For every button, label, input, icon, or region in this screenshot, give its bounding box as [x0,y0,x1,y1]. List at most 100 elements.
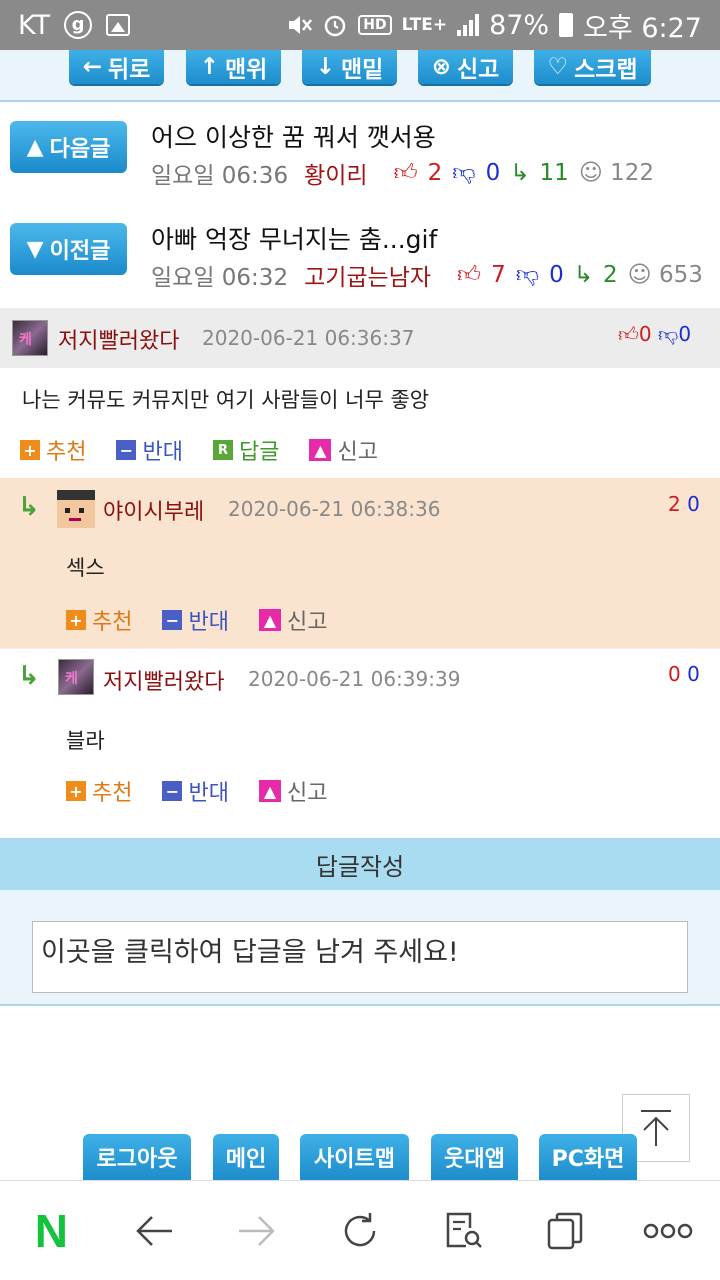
reply-button[interactable]: R 답글 [212,434,279,466]
thumbs-down-icon: 👎︎ [515,261,540,288]
reply-text: 블라 [66,729,105,753]
plus-icon: + [66,610,86,630]
next-post-title[interactable]: 어으 이상한 꿈 꿔서 깻서용 [151,118,436,154]
minus-icon: − [162,610,183,630]
prev-post-button[interactable]: ▼ 이전글 [10,223,127,275]
signal-icon [457,14,480,36]
comment-score: 👍︎0 👎︎0 [618,322,692,346]
post-author[interactable]: 황이리 [304,156,367,190]
arrow-left-icon: ← [82,54,102,80]
prev-post-meta: 일요일 06:32 고기굽는남자 👍︎ 7 👎︎ 0 ↳ 2 ☺ 653 [151,258,703,292]
alarm-icon [325,15,346,37]
scroll-top-button[interactable]: ↑ 맨위 [186,50,281,84]
scroll-bottom-button[interactable]: ↓ 맨밑 [302,50,397,84]
down-count: 0 [549,262,564,288]
main-button[interactable]: 메인 [213,1134,279,1180]
write-reply-area: 이곳을 클릭하여 답글을 남겨 주세요! [0,890,720,1006]
lte-label: LTE+ [401,15,448,35]
reply-actions: + 추천 − 반대 ▲ 신고 [66,604,357,636]
hd-voice-icon: HD [358,15,392,35]
next-post-row[interactable]: ▲ 다음글 어으 이상한 꿈 꿔서 깻서용 일요일 06:36 황이리 👍︎ 2 … [0,104,720,208]
view-count: 653 [658,262,703,288]
post-time: 일요일 06:32 [151,265,289,291]
clock: 오후 6:27 [583,12,702,44]
naver-logo-icon: N [34,1204,69,1257]
next-post-button[interactable]: ▲ 다음글 [10,121,127,173]
minus-icon: − [116,440,137,460]
plus-icon: + [20,440,40,460]
mute-icon [289,16,313,34]
naver-home-button[interactable]: N [21,1201,81,1261]
arrow-down-icon: ↓ [315,54,335,80]
document-search-icon [446,1212,482,1248]
prev-post-row[interactable]: ▼ 이전글 아빠 억장 무너지는 춤...gif 일요일 06:32 고기굽는남자… [0,206,720,310]
reply-author[interactable]: 야이시부레 [103,494,204,526]
more-menu-button[interactable] [638,1201,698,1261]
tabs-button[interactable] [536,1201,596,1261]
write-reply-header: 답글작성 [0,838,720,890]
oppose-button[interactable]: − 반대 [162,775,229,807]
next-post-meta: 일요일 06:36 황이리 👍︎ 2 👎︎ 0 ↳ 11 ☺ 122 [151,156,654,190]
arrow-left-icon [136,1215,173,1246]
post-author[interactable]: 고기굽는남자 [304,258,431,292]
app-button[interactable]: 웃대앱 [431,1134,518,1180]
arrow-right-icon [239,1215,275,1246]
reply-date: 2020-06-21 06:38:36 [228,497,441,521]
comment-header: 저지빨러왔다 2020-06-21 06:36:37 👍︎0 👎︎0 [0,308,720,368]
recommend-button[interactable]: + 추천 [66,775,132,807]
reply-actions: + 추천 − 반대 ▲ 신고 [66,775,357,807]
minus-icon: − [162,781,183,801]
oppose-button[interactable]: − 반대 [162,604,229,636]
reply-arrow-icon: ↳ [510,160,530,186]
heart-icon: ♡ [547,54,569,80]
reply-textarea[interactable]: 이곳을 클릭하여 답글을 남겨 주세요! [32,921,688,993]
plus-icon: + [66,781,86,801]
siren-icon: ⊗ [431,54,451,80]
reply-item: ↳ 야이시부레 2020-06-21 06:38:36 2 0 섹스 + 추천 −… [0,478,720,648]
pc-view-button[interactable]: PC화면 [539,1134,637,1180]
comment-author[interactable]: 저지빨러왔다 [58,323,179,355]
report-comment-button[interactable]: ▲ 신고 [258,604,327,636]
comment-date: 2020-06-21 06:36:37 [202,326,415,350]
avatar[interactable] [12,320,48,356]
triangle-up-icon: ▲ [26,134,44,160]
oppose-button[interactable]: − 반대 [116,434,183,466]
reader-mode-button[interactable] [433,1201,493,1261]
recommend-button[interactable]: + 추천 [66,604,132,636]
thumbs-up-icon: 👍︎ [393,159,418,186]
down-count: 0 [485,160,501,186]
report-button[interactable]: ⊗ 신고 [418,50,513,84]
browser-forward-button[interactable] [227,1201,287,1261]
footer-buttons: 로그아웃 메인 사이트맵 웃대앱 PC화면 [0,1134,720,1180]
recommend-button[interactable]: + 추천 [20,434,86,466]
reply-r-icon: R [212,440,233,460]
report-comment-button[interactable]: ▲ 신고 [309,434,378,466]
browser-back-button[interactable] [124,1201,184,1261]
reply-score: 0 0 [668,662,700,686]
post-time: 일요일 06:36 [151,163,289,189]
comment-text: 나는 커뮤도 커뮤지만 여기 사람들이 너무 좋앙 [22,388,430,412]
siren-icon: ▲ [258,609,281,631]
back-button[interactable]: ← 뒤로 [69,50,164,84]
report-comment-button[interactable]: ▲ 신고 [258,775,327,807]
gallery-icon [106,14,131,36]
up-count: 2 [427,160,443,186]
thumbs-up-icon: 👍︎ [457,261,482,288]
prev-post-title[interactable]: 아빠 억장 무너지는 춤...gif [151,220,437,256]
reply-arrow-icon: ↳ [18,492,40,522]
smiley-icon: ☺ [627,262,659,288]
scrap-button[interactable]: ♡ 스크랩 [534,50,651,84]
siren-icon: ▲ [258,780,281,802]
reply-author[interactable]: 저지빨러왔다 [103,664,224,696]
more-dots-icon [644,1223,693,1238]
avatar[interactable] [58,659,94,695]
avatar[interactable] [57,490,95,528]
reply-count: 11 [539,160,569,186]
reply-arrow-icon: ↳ [573,262,594,288]
sitemap-button[interactable]: 사이트맵 [300,1134,409,1180]
siren-icon: ▲ [309,439,332,461]
triangle-down-icon: ▼ [26,236,44,262]
arrow-up-icon: ↑ [199,54,219,80]
refresh-button[interactable] [330,1201,390,1261]
logout-button[interactable]: 로그아웃 [83,1134,191,1180]
